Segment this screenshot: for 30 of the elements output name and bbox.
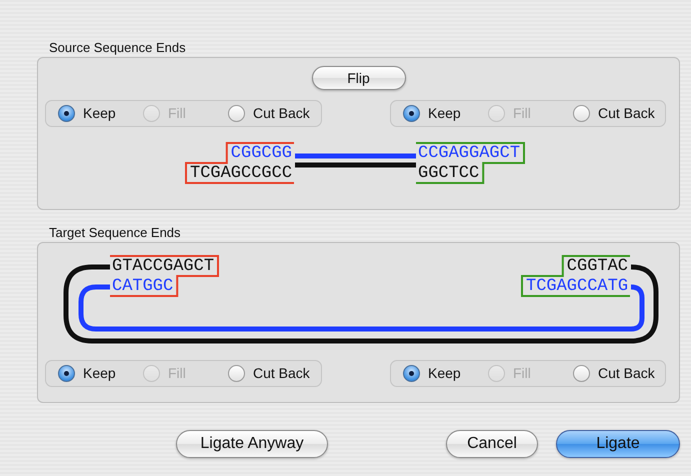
radio-button[interactable] (573, 105, 590, 122)
dialog-button[interactable]: Ligate (556, 430, 680, 458)
radio-label: Cut Back (598, 364, 655, 383)
radio-button[interactable] (228, 365, 245, 382)
radio-label: Cut Back (253, 364, 310, 383)
radio-label: Keep (428, 364, 461, 383)
radio-button[interactable] (58, 365, 75, 382)
section-title: Source Sequence Ends (49, 39, 186, 56)
dna-sequence: CATGGC (112, 277, 174, 296)
radio-label: Cut Back (598, 104, 655, 123)
flip-button[interactable]: Flip (312, 66, 406, 90)
radio-button[interactable] (573, 365, 590, 382)
radio-label: Cut Back (253, 104, 310, 123)
dna-sequence: CGGTAC (566, 257, 628, 276)
dna-sequence: TCGAGCCATG (526, 277, 628, 296)
dna-sequence: TCGAGCCGCC (190, 164, 292, 183)
section-title: Target Sequence Ends (49, 224, 181, 241)
radio-button[interactable] (403, 105, 420, 122)
radio-button[interactable] (58, 105, 75, 122)
dna-sequence: GGCTCC (418, 164, 480, 183)
radio-label: Keep (428, 104, 461, 123)
dna-sequence: CGGCGG (230, 144, 292, 163)
radio-button[interactable] (403, 365, 420, 382)
dna-sequence: GTACCGAGCT (112, 257, 214, 276)
radio-button[interactable] (228, 105, 245, 122)
dialog-button[interactable]: Ligate Anyway (176, 430, 328, 458)
radio-label: Keep (83, 104, 116, 123)
radio-label: Keep (83, 364, 116, 383)
dna-sequence: CCGAGGAGCT (418, 144, 520, 163)
dialog-button[interactable]: Cancel (446, 430, 538, 458)
